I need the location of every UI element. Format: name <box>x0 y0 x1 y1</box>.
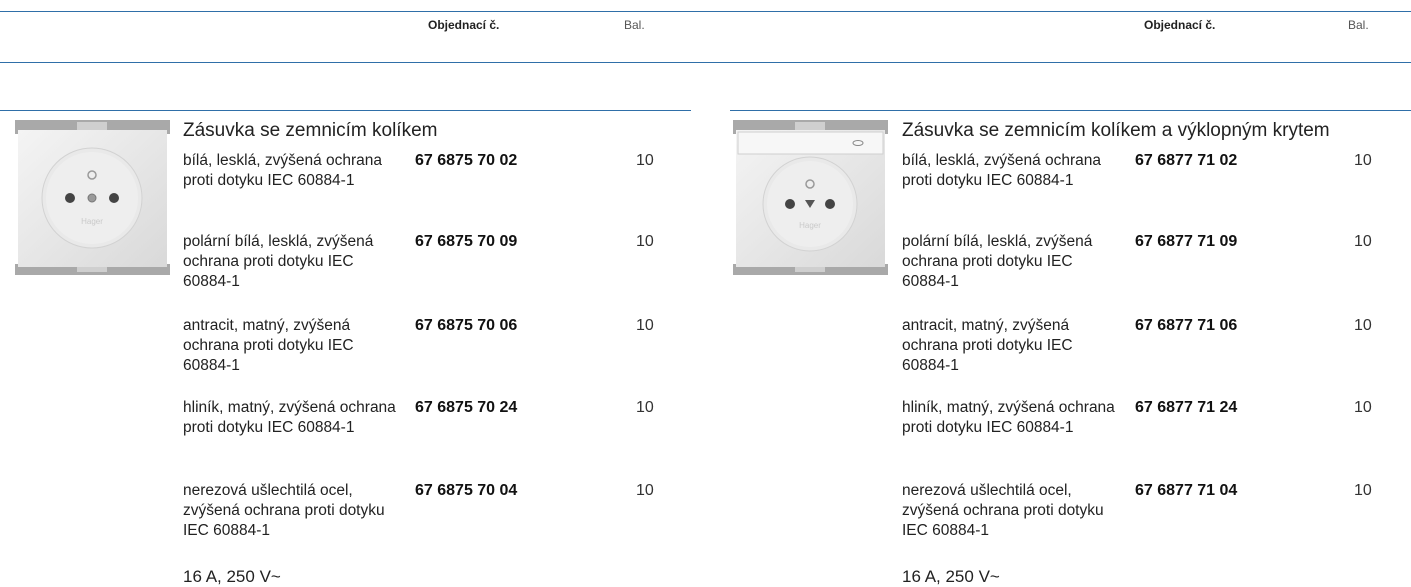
right-section-rule <box>730 110 1411 111</box>
pack-header: Bal. <box>624 18 645 32</box>
pack-quantity: 10 <box>636 482 654 499</box>
pack-header-right: Bal. <box>1348 18 1369 32</box>
order-number: 67 6877 71 09 <box>1135 233 1238 250</box>
order-number: 67 6877 71 24 <box>1135 399 1238 416</box>
svg-text:Hager: Hager <box>799 221 821 230</box>
socket-image: Hager <box>15 120 170 275</box>
variant-description: bílá, lesklá, zvýšená ochrana proti doty… <box>183 152 383 189</box>
header-top-rule <box>0 11 1411 12</box>
variant-description: nerezová ušlechtilá ocel, zvýšená ochran… <box>902 482 1104 539</box>
variant-description: bílá, lesklá, zvýšená ochrana proti doty… <box>902 152 1102 189</box>
order-number: 67 6875 70 06 <box>415 317 518 334</box>
variant-description: nerezová ušlechtilá ocel, zvýšená ochran… <box>183 482 385 539</box>
order-number: 67 6877 71 06 <box>1135 317 1238 334</box>
pack-quantity: 10 <box>636 399 654 416</box>
pack-quantity: 10 <box>1354 317 1372 334</box>
header-bottom-rule <box>0 62 1411 63</box>
order-number: 67 6875 70 24 <box>415 399 518 416</box>
product-title-right: Zásuvka se zemnicím kolíkem a výklopným … <box>902 120 1330 141</box>
variant-description: hliník, matný, zvýšená ochrana proti dot… <box>902 399 1115 436</box>
order-number-header-right: Objednací č. <box>1144 18 1216 32</box>
variant-description: antracit, matný, zvýšená ochrana proti d… <box>183 317 354 374</box>
svg-text:Hager: Hager <box>81 217 103 226</box>
electrical-rating: 16 A, 250 V~ <box>183 567 281 586</box>
order-number: 67 6877 71 04 <box>1135 482 1238 499</box>
variant-description: hliník, matný, zvýšená ochrana proti dot… <box>183 399 396 436</box>
order-number: 67 6875 70 02 <box>415 152 518 169</box>
pack-quantity: 10 <box>636 152 654 169</box>
order-number: 67 6875 70 09 <box>415 233 518 250</box>
pack-quantity: 10 <box>1354 482 1372 499</box>
order-number-header: Objednací č. <box>428 18 500 32</box>
pack-quantity: 10 <box>636 233 654 250</box>
pack-quantity: 10 <box>636 317 654 334</box>
variant-description: polární bílá, lesklá, zvýšená ochrana pr… <box>902 233 1093 290</box>
variant-description: polární bílá, lesklá, zvýšená ochrana pr… <box>183 233 374 290</box>
pack-quantity: 10 <box>1354 399 1372 416</box>
socket-with-cover-image: Hager <box>733 120 888 275</box>
pack-quantity: 10 <box>1354 152 1372 169</box>
pack-quantity: 10 <box>1354 233 1372 250</box>
order-number: 67 6877 71 02 <box>1135 152 1238 169</box>
variant-description: antracit, matný, zvýšená ochrana proti d… <box>902 317 1073 374</box>
product-title: Zásuvka se zemnicím kolíkem <box>183 120 438 141</box>
electrical-rating-right: 16 A, 250 V~ <box>902 567 1000 586</box>
left-section-rule <box>0 110 691 111</box>
order-number: 67 6875 70 04 <box>415 482 518 499</box>
